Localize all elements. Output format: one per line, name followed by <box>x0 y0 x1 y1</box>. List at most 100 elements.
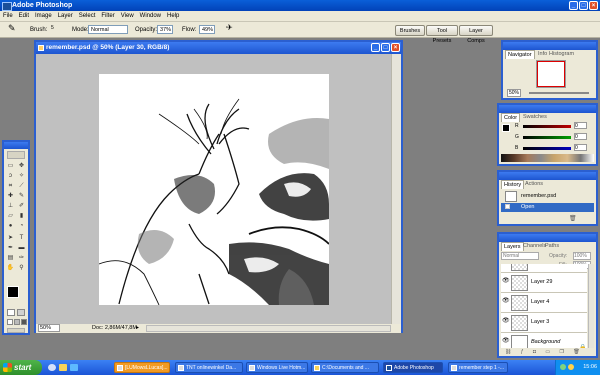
airbrush-icon[interactable]: ✈ <box>226 24 233 32</box>
layer-style-icon[interactable]: ƒ <box>521 349 524 355</box>
taskbar-task-6[interactable]: remember step 1 -... <box>448 362 508 373</box>
image-canvas[interactable] <box>99 74 329 305</box>
screen-mode-full-menu-icon[interactable] <box>14 319 20 325</box>
green-value-field[interactable]: 0 <box>574 133 587 140</box>
slice-tool-icon[interactable]: ⟋ <box>17 182 26 191</box>
horizontal-scrollbar[interactable] <box>146 325 391 332</box>
brush-size-value[interactable]: 5 <box>51 24 54 32</box>
maximize-button[interactable]: □ <box>579 1 588 10</box>
path-select-icon[interactable]: ➤ <box>6 234 15 243</box>
menu-select[interactable]: Select <box>76 11 99 22</box>
vertical-scrollbar[interactable] <box>391 54 401 324</box>
screen-mode-standard-icon[interactable] <box>7 319 13 325</box>
layer-mask-icon[interactable]: ◘ <box>533 349 536 355</box>
navigator-zoom-field[interactable]: 50% <box>507 89 522 97</box>
history-delete-icon[interactable]: 🗑 <box>569 215 577 222</box>
history-brush-icon[interactable]: ✐ <box>17 202 26 211</box>
type-tool-icon[interactable]: T <box>17 234 26 243</box>
delete-layer-icon[interactable]: 🗑 <box>573 349 579 355</box>
doc-maximize-button[interactable]: □ <box>381 43 390 52</box>
close-button[interactable]: × <box>589 1 598 10</box>
gradient-tool-icon[interactable]: ▮ <box>17 212 26 221</box>
taskbar-task-4[interactable]: C:\Documents and ... <box>311 362 379 373</box>
layer-opacity-field[interactable]: 100% <box>573 252 591 260</box>
tray-volume-icon[interactable] <box>568 364 574 370</box>
visibility-eye-icon[interactable]: 👁 <box>502 278 510 285</box>
menu-window[interactable]: Window <box>137 11 164 22</box>
menu-help[interactable]: Help <box>164 11 182 22</box>
taskbar-task-3[interactable]: Windows Live Hotm... <box>246 362 308 373</box>
taskbar-task-1[interactable]: [LUMowsLLucas]... <box>114 362 170 373</box>
visibility-eye-icon[interactable]: 👁 <box>502 264 509 265</box>
blue-slider[interactable] <box>523 147 571 150</box>
menu-view[interactable]: View <box>118 11 137 22</box>
clone-stamp-icon[interactable]: ⊥ <box>6 202 15 211</box>
screen-mode-full-icon[interactable] <box>21 319 27 325</box>
shape-tool-icon[interactable]: ▬ <box>17 244 26 253</box>
eyedropper-icon[interactable]: ✑ <box>17 254 26 263</box>
crop-tool-icon[interactable]: ⌗ <box>6 182 15 191</box>
doc-minimize-button[interactable]: _ <box>371 43 380 52</box>
color-ramp[interactable] <box>501 154 594 162</box>
new-layer-icon[interactable]: ❐ <box>559 349 563 355</box>
tab-color[interactable]: Color <box>501 113 521 122</box>
layer-row[interactable]: 👁 Layer 3 <box>501 313 587 333</box>
blend-mode-select[interactable]: Normal <box>501 252 539 260</box>
quicklaunch-browser-icon[interactable] <box>48 364 56 371</box>
adobe-online-icon[interactable] <box>7 151 25 159</box>
menu-file[interactable]: File <box>0 11 16 22</box>
layer-row[interactable]: 👁 Layer 4 <box>501 293 587 313</box>
taskbar-task-2[interactable]: TNT onlinewinkel Da... <box>175 362 243 373</box>
jump-to-imageready-icon[interactable] <box>7 328 25 333</box>
tool-presets-tab[interactable]: Tool Presets <box>426 25 458 44</box>
taskbar-task-photoshop[interactable]: Adobe Photoshop <box>383 362 443 373</box>
history-snapshot-thumb[interactable] <box>505 191 517 202</box>
menu-filter[interactable]: Filter <box>98 11 117 22</box>
tab-paths[interactable]: Paths <box>543 242 561 250</box>
layer-row[interactable]: 👁 Background 🔒 <box>501 333 587 348</box>
tray-network-icon[interactable] <box>560 364 566 370</box>
notes-tool-icon[interactable]: ▤ <box>6 254 15 263</box>
move-tool-icon[interactable]: ✥ <box>17 162 26 171</box>
red-value-field[interactable]: 0 <box>574 122 587 129</box>
layer-row[interactable]: 👁 Layer 3 <box>501 264 587 273</box>
zoom-tool-icon[interactable]: ⚲ <box>17 264 26 273</box>
eraser-tool-icon[interactable]: ▱ <box>6 212 15 221</box>
visibility-eye-icon[interactable]: 👁 <box>502 338 510 345</box>
color-fg-swatch[interactable] <box>502 124 510 132</box>
hand-tool-icon[interactable]: ✋ <box>6 264 15 273</box>
lasso-tool-icon[interactable]: ↄ <box>6 172 15 181</box>
history-snapshot-label[interactable]: remember.psd <box>521 193 556 199</box>
quickmask-mode-icon[interactable] <box>17 309 25 316</box>
status-menu-arrow-icon[interactable]: ▸ <box>136 324 139 333</box>
blur-tool-icon[interactable]: ● <box>6 222 15 231</box>
start-button[interactable]: start <box>0 360 42 375</box>
tab-swatches[interactable]: Swatches <box>521 113 549 121</box>
visibility-eye-icon[interactable]: 👁 <box>502 298 510 305</box>
link-layers-icon[interactable]: ⛓ <box>505 349 511 355</box>
magic-wand-icon[interactable]: ✧ <box>17 172 26 181</box>
visibility-eye-icon[interactable]: 👁 <box>502 318 510 325</box>
layers-scrollbar[interactable] <box>588 264 594 348</box>
green-slider[interactable] <box>523 136 571 139</box>
layer-row[interactable]: 👁 Layer 29 <box>501 273 587 293</box>
blue-value-field[interactable]: 0 <box>574 144 587 151</box>
tab-navigator[interactable]: Navigator <box>505 50 535 59</box>
layer-comps-tab[interactable]: Layer Comps <box>459 25 493 44</box>
standard-mode-icon[interactable] <box>7 309 15 316</box>
tab-actions[interactable]: Actions <box>523 180 545 188</box>
flow-field[interactable]: 49% <box>199 25 215 34</box>
minimize-button[interactable]: _ <box>569 1 578 10</box>
foreground-color-swatch[interactable] <box>7 286 19 298</box>
menu-image[interactable]: Image <box>32 11 55 22</box>
red-slider[interactable] <box>523 125 571 128</box>
brush-tool-active-icon[interactable]: ✎ <box>17 192 26 201</box>
menu-layer[interactable]: Layer <box>55 11 76 22</box>
doc-close-button[interactable]: × <box>391 43 400 52</box>
quicklaunch-messenger-icon[interactable] <box>70 364 78 371</box>
brushes-tab[interactable]: Brushes <box>395 25 425 36</box>
tab-history[interactable]: History <box>501 180 525 189</box>
canvas-area[interactable] <box>36 54 391 324</box>
mode-select[interactable]: Normal <box>88 25 128 34</box>
navigator-view-box[interactable] <box>537 61 565 87</box>
